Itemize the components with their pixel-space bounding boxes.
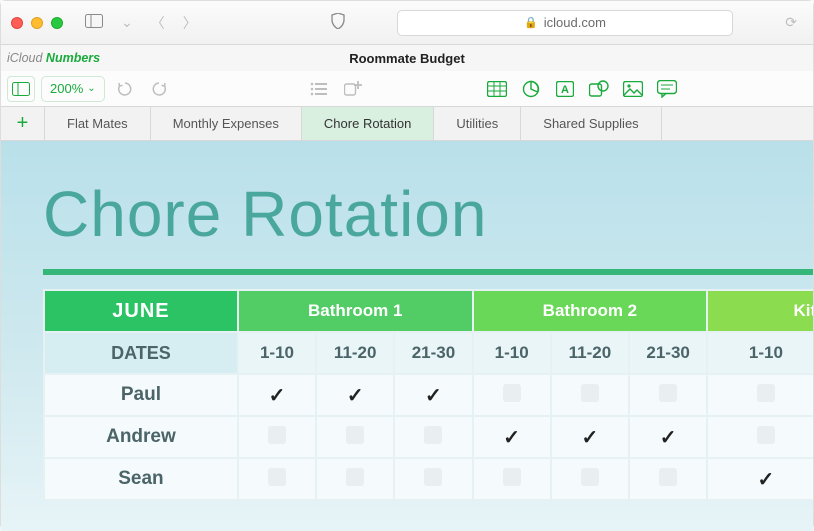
sidebar-toggle-icon[interactable] [79, 10, 109, 35]
group-header: Bathroom 2 [473, 290, 708, 332]
checkbox-cell[interactable] [473, 416, 551, 458]
lock-icon: 🔒 [524, 16, 538, 29]
checkbox-cell[interactable] [707, 416, 813, 458]
divider [43, 269, 813, 275]
page-title: Chore Rotation [43, 177, 813, 251]
text-icon[interactable]: A [551, 76, 579, 102]
reload-button[interactable]: ⟳ [779, 10, 803, 35]
checkbox-cell[interactable] [707, 374, 813, 416]
checkbox-cell[interactable] [707, 458, 813, 500]
zoom-value: 200% [50, 81, 83, 96]
checkbox-cell[interactable] [629, 416, 707, 458]
checkbox-cell[interactable] [629, 458, 707, 500]
dates-label: DATES [44, 332, 238, 374]
chevron-down-icon[interactable]: ⌄ [115, 10, 139, 35]
undo-button[interactable] [111, 76, 139, 102]
table-row: Sean [44, 458, 813, 500]
insert-icon[interactable] [339, 76, 367, 102]
app-header: iCloud Numbers Roommate Budget [1, 45, 813, 71]
checkbox-cell[interactable] [394, 416, 472, 458]
chevron-down-icon: ⌄ [87, 83, 95, 94]
list-icon[interactable] [305, 76, 333, 102]
sheet-tab[interactable]: Flat Mates [45, 107, 151, 140]
address-bar[interactable]: 🔒 icloud.com [397, 10, 734, 36]
close-window-button[interactable] [11, 17, 23, 29]
browser-chrome: ⌄ 〈 〉 🔒 icloud.com ⟳ [1, 1, 813, 45]
checkbox-cell[interactable] [629, 374, 707, 416]
redo-button[interactable] [145, 76, 173, 102]
media-icon[interactable] [619, 76, 647, 102]
group-header: Bathroom 1 [238, 290, 473, 332]
table-row: Andrew [44, 416, 813, 458]
spreadsheet-canvas[interactable]: Chore Rotation JUNEBathroom 1Bathroom 2K… [1, 141, 813, 531]
table-row: Paul [44, 374, 813, 416]
date-range-header: 1-10 [707, 332, 813, 374]
url-text: icloud.com [544, 15, 606, 30]
sheet-tab[interactable]: Shared Supplies [521, 107, 661, 140]
month-header: JUNE [44, 290, 238, 332]
comment-icon[interactable] [653, 76, 681, 102]
group-header: Kitchen [707, 290, 813, 332]
checkbox-cell[interactable] [551, 458, 629, 500]
chore-table[interactable]: JUNEBathroom 1Bathroom 2Kitchen DATES1-1… [43, 289, 813, 501]
checkbox-cell[interactable] [316, 416, 394, 458]
date-range-header: 1-10 [473, 332, 551, 374]
table-icon[interactable] [483, 76, 511, 102]
date-range-header: 21-30 [629, 332, 707, 374]
minimize-window-button[interactable] [31, 17, 43, 29]
checkbox-cell[interactable] [551, 374, 629, 416]
zoom-select[interactable]: 200% ⌄ [41, 76, 105, 102]
breadcrumb[interactable]: iCloud Numbers [7, 51, 100, 65]
row-name: Sean [44, 458, 238, 500]
sheet-tabs: + Flat MatesMonthly ExpensesChore Rotati… [1, 107, 813, 141]
date-range-header: 1-10 [238, 332, 316, 374]
checkbox-cell[interactable] [238, 458, 316, 500]
sheet-tab[interactable]: Utilities [434, 107, 521, 140]
checkbox-cell[interactable] [238, 416, 316, 458]
date-range-header: 11-20 [316, 332, 394, 374]
checkbox-cell[interactable] [316, 458, 394, 500]
checkbox-cell[interactable] [551, 416, 629, 458]
add-sheet-button[interactable]: + [1, 107, 45, 140]
sheet-tab[interactable]: Monthly Expenses [151, 107, 302, 140]
date-range-header: 11-20 [551, 332, 629, 374]
row-name: Andrew [44, 416, 238, 458]
panel-toggle-button[interactable] [7, 76, 35, 102]
back-button[interactable]: 〈 [145, 9, 171, 37]
checkbox-cell[interactable] [316, 374, 394, 416]
zoom-window-button[interactable] [51, 17, 63, 29]
checkbox-cell[interactable] [473, 374, 551, 416]
chart-icon[interactable] [517, 76, 545, 102]
window-controls [11, 17, 63, 29]
svg-text:A: A [561, 84, 569, 96]
shield-icon[interactable] [325, 9, 351, 36]
breadcrumb-app: Numbers [46, 51, 100, 65]
checkbox-cell[interactable] [394, 458, 472, 500]
date-range-header: 21-30 [394, 332, 472, 374]
toolbar: 200% ⌄ A [1, 71, 813, 107]
sheet-tab[interactable]: Chore Rotation [302, 107, 434, 140]
document-title: Roommate Budget [349, 51, 465, 66]
checkbox-cell[interactable] [473, 458, 551, 500]
row-name: Paul [44, 374, 238, 416]
checkbox-cell[interactable] [394, 374, 472, 416]
forward-button[interactable]: 〉 [177, 9, 203, 37]
breadcrumb-service: iCloud [7, 51, 42, 65]
shape-icon[interactable] [585, 76, 613, 102]
checkbox-cell[interactable] [238, 374, 316, 416]
